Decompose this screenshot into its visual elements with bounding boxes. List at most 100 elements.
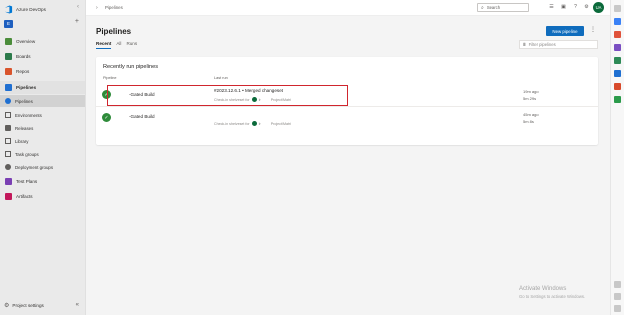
sidebar-subitem-library[interactable]: Library: [0, 135, 85, 147]
extension-icon[interactable]: [614, 18, 621, 25]
copilot-icon[interactable]: [614, 57, 621, 64]
more-options-icon[interactable]: ⋮: [590, 26, 596, 33]
avatar[interactable]: UA: [593, 2, 604, 13]
office-icon[interactable]: [614, 83, 621, 90]
settings-icon[interactable]: [614, 305, 621, 312]
table-row[interactable]: ✓ -Gated Build #2023.12.6.1 • Merged cha…: [96, 84, 598, 106]
sidebar-subitem-task-groups[interactable]: Task groups: [0, 148, 85, 160]
activate-windows-title: Activate Windows: [519, 286, 567, 292]
tab-bar: Recent All Runs: [96, 41, 142, 49]
search-icon[interactable]: [614, 5, 621, 12]
sidebar-item-label: Releases: [15, 125, 34, 131]
project-settings-label: Project settings: [12, 303, 44, 308]
sidebar-item-label: Task groups: [15, 151, 39, 157]
sidebar-item-label: Pipelines: [15, 98, 33, 104]
azure-devops-logo-icon: [4, 4, 13, 14]
sidebar-item-pipelines[interactable]: Pipelines: [0, 81, 85, 94]
sidebar-subitem-deployment-groups[interactable]: Deployment groups: [0, 161, 85, 173]
sidebar-item-label: Environments: [15, 112, 42, 118]
run-trigger: Check-in shelveset for: [214, 121, 250, 126]
user-settings-icon[interactable]: ⚙: [583, 4, 590, 11]
chevron-left-icon[interactable]: ‹: [77, 4, 79, 10]
sidebar: Azure DevOps ‹ E + Overview Boards Repos…: [0, 0, 86, 315]
browser-side-rail: [610, 0, 624, 315]
sidebar-item-label: Repos: [16, 69, 30, 74]
page-title: Pipelines: [96, 27, 132, 36]
releases-icon: [5, 125, 11, 131]
run-duration: 5m 8s: [523, 119, 534, 124]
chevron-right-icon: ›: [96, 5, 98, 11]
sidebar-item-label: Artifacts: [16, 194, 33, 199]
user-avatar-icon: [251, 121, 257, 126]
search-input[interactable]: ⌕ Search: [477, 3, 529, 12]
pipelines-sub-icon: [5, 98, 11, 104]
sidebar-item-label: Deployment groups: [15, 164, 54, 170]
shopping-bag-icon[interactable]: ▣: [560, 4, 567, 11]
run-user: Ir: [258, 121, 261, 126]
library-icon: [5, 138, 11, 144]
sidebar-subitem-releases[interactable]: Releases: [0, 122, 85, 134]
sidebar-subitem-pipelines[interactable]: Pipelines: [0, 95, 85, 107]
recent-pipelines-card: Recently run pipelines Pipeline Last run…: [96, 57, 598, 145]
run-duration: 5m 29s: [523, 96, 537, 101]
table-row[interactable]: ✓ -Gated Build Check-in shelveset for Ir…: [96, 107, 598, 129]
sidebar-item-repos[interactable]: Repos: [0, 65, 85, 78]
task-groups-icon: [5, 151, 11, 157]
new-pipeline-button[interactable]: New pipeline: [546, 26, 584, 36]
tab-runs[interactable]: Runs: [126, 41, 137, 49]
boards-icon: [5, 53, 12, 60]
sidebar-item-test-plans[interactable]: Test Plans: [0, 175, 85, 188]
shopping-icon[interactable]: [614, 31, 621, 38]
project-row[interactable]: E +: [4, 18, 82, 28]
test-plans-icon: [5, 178, 12, 185]
pipeline-name[interactable]: -Gated Build: [129, 114, 155, 119]
sidebar-item-label: Test Plans: [16, 179, 38, 184]
column-header-last-run: Last run: [214, 76, 228, 80]
run-time-ago: 45m ago: [523, 112, 539, 117]
artifacts-icon: [5, 193, 12, 200]
overview-icon: [5, 38, 12, 45]
add-icon[interactable]: +: [75, 18, 79, 25]
org-name: Azure DevOps: [16, 6, 46, 12]
filter-icon: ⩩: [523, 41, 526, 48]
search-placeholder: Search: [486, 5, 501, 10]
run-meta: Check-in shelveset for Ir Project/Matri: [214, 121, 291, 126]
column-header-pipeline: Pipeline: [103, 76, 117, 80]
card-title: Recently run pipelines: [103, 64, 159, 70]
run-time-ago: 19m ago: [523, 89, 539, 94]
highlight-box: [107, 85, 348, 106]
top-bar: › Pipelines ⌕ Search ☰ ▣ ? ⚙ UA: [86, 0, 610, 16]
open-new-icon[interactable]: [614, 293, 621, 300]
sidebar-item-overview[interactable]: Overview: [0, 35, 85, 48]
help-icon[interactable]: ?: [572, 4, 579, 11]
outlook-icon[interactable]: [614, 70, 621, 77]
sidebar-item-label: Pipelines: [16, 85, 37, 90]
main-content: Pipelines New pipeline ⋮ Recent All Runs…: [86, 16, 610, 315]
pipelines-icon: [5, 84, 12, 91]
games-icon[interactable]: [614, 44, 621, 51]
success-check-icon: ✓: [102, 113, 111, 122]
environments-icon: [5, 112, 11, 118]
sidebar-item-boards[interactable]: Boards: [0, 50, 85, 63]
sidebar-item-label: Overview: [16, 39, 36, 44]
run-branch: Project/Matri: [270, 121, 291, 126]
project-settings-link[interactable]: ⚙ Project settings «: [4, 302, 82, 309]
tab-all[interactable]: All: [116, 41, 121, 49]
org-header[interactable]: Azure DevOps ‹: [4, 3, 82, 15]
tab-recent[interactable]: Recent: [96, 41, 112, 49]
sidebar-subitem-environments[interactable]: Environments: [0, 109, 85, 121]
breadcrumb[interactable]: Pipelines: [105, 5, 123, 10]
search-icon: ⌕: [481, 4, 484, 11]
repos-icon: [5, 68, 12, 75]
filter-pipelines-input[interactable]: ⩩ Filter pipelines: [519, 40, 598, 49]
collapse-sidebar-icon[interactable]: «: [76, 302, 79, 308]
deployment-groups-icon: [5, 164, 11, 170]
task-list-icon[interactable]: ☰: [548, 4, 555, 11]
sidebar-item-artifacts[interactable]: Artifacts: [0, 190, 85, 203]
filter-placeholder: Filter pipelines: [528, 42, 556, 47]
tools-icon[interactable]: [614, 96, 621, 103]
sidebar-toggle-icon[interactable]: [614, 281, 621, 288]
activate-windows-subtitle: Go to Settings to activate Windows.: [519, 294, 586, 299]
gear-icon: ⚙: [4, 303, 10, 309]
sidebar-item-label: Library: [15, 138, 29, 144]
